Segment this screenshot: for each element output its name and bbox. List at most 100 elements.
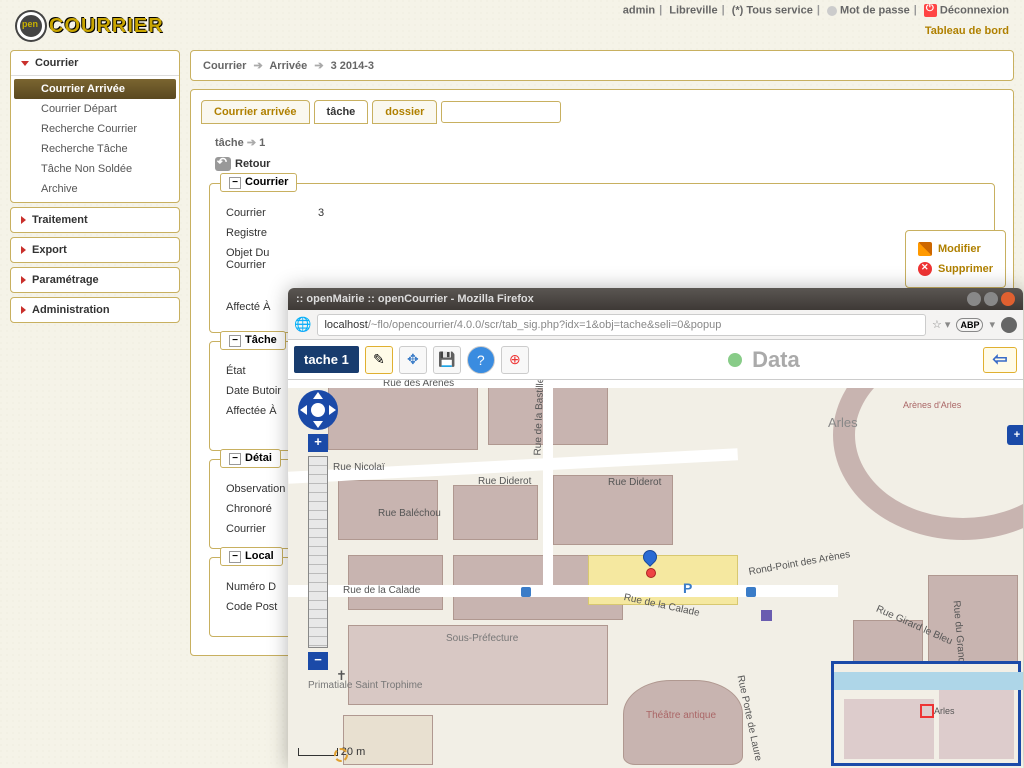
minimize-button[interactable] [967,292,981,306]
street-label: Rond-Point des Arènes [748,549,851,578]
pan-control[interactable] [298,390,338,430]
data-label: Data [752,347,800,373]
topbar-userinfo: admin| Libreville| (*) Tous service| Mot… [623,4,1009,17]
bus-icon [521,587,531,597]
user-link[interactable]: admin [623,4,655,16]
logout-link[interactable]: Déconnexion [940,4,1009,16]
menu-icon[interactable]: ▾ [989,318,995,331]
service-link[interactable]: (*) Tous service [732,4,813,16]
sidebar-item-courrier-arrivee[interactable]: Courrier Arrivée [14,79,176,99]
dashboard-link[interactable]: Tableau de bord [925,25,1009,37]
map-back-button[interactable]: ⇦ [983,347,1017,373]
street-label: Rue Nicolaï [333,462,385,473]
map-nav-control: + − [298,390,338,670]
tab-dossier[interactable]: dossier [372,100,437,124]
sidebar-panel-export[interactable]: Export [11,238,179,262]
overview-extent [920,704,934,718]
chevron-right-icon [21,246,26,254]
sidebar-panel-traitement[interactable]: Traitement [11,208,179,232]
street-label: Rue Baléchou [378,508,441,519]
museum-icon [761,610,772,621]
fieldset-tache-legend[interactable]: −Tâche [220,331,286,350]
app-logo: pen COURRIER [15,10,164,42]
bus-icon [746,587,756,597]
edit-tool[interactable]: ✎ [365,346,393,374]
chevron-down-icon [21,61,29,66]
sub-breadcrumb: tâche ➔ 1 [201,132,1003,153]
street-label: Rue Diderot [608,477,661,488]
sidebar-item-courrier-depart[interactable]: Courrier Départ [11,99,179,119]
key-icon [827,6,837,16]
minimap-label: Arles [934,706,955,716]
url-input[interactable]: localhost/~flo/opencourrier/4.0.0/scr/ta… [317,314,926,336]
maximize-button[interactable] [984,292,998,306]
chevron-right-icon [21,276,26,284]
sidebar-item-recherche-tache[interactable]: Recherche Tâche [11,139,179,159]
overview-map[interactable]: Arles [831,661,1021,766]
label-objet: Objet Du Courrier [220,244,310,274]
tab-tache[interactable]: tâche [314,100,369,124]
delete-icon [918,262,932,276]
window-titlebar[interactable]: :: openMairie :: openCourrier - Mozilla … [288,288,1023,310]
poi-label: Sous-Préfecture [446,633,518,644]
church-icon: ✝ [336,668,347,684]
street-label: Rue de la Calade [343,585,420,596]
power-icon [924,4,937,17]
logo-text: COURRIER [49,15,164,38]
label-courrier: Courrier [220,204,310,222]
map-marker[interactable] [643,550,659,572]
poi-label: Primatiale Saint Trophime [308,680,388,691]
breadcrumb: Courrier ➔ Arrivée ➔ 3 2014-3 [190,50,1014,81]
value-courrier: 3 [312,204,984,222]
close-button[interactable] [1001,292,1015,306]
fieldset-courrier-legend[interactable]: −Courrier [220,173,297,192]
tache-badge: tache 1 [294,346,359,373]
globe-icon: 🌐 [294,316,311,333]
sidebar-panel-administration[interactable]: Administration [11,298,179,322]
logo-open-text: pen [22,19,38,29]
chevron-right-icon [21,216,26,224]
back-arrow-icon [215,157,231,171]
target-tool[interactable]: ⊕ [501,346,529,374]
firebug-icon[interactable] [1001,317,1017,333]
bulb-icon [728,353,742,367]
sidebar-item-recherche-courrier[interactable]: Recherche Courrier [11,119,179,139]
poi-label: Arènes d'Arles [903,400,943,410]
poi-label: Théâtre antique [646,710,696,721]
password-link[interactable]: Mot de passe [840,4,910,16]
zoom-out-button[interactable]: − [308,652,328,670]
modify-button[interactable]: Modifier [918,239,993,259]
actions-panel: Modifier Supprimer [905,230,1006,288]
map-toolbar: tache 1 ✎ ✥ 💾 ? ⊕ Data ⇦ [288,340,1023,380]
move-tool[interactable]: ✥ [399,346,427,374]
zoom-in-button[interactable]: + [308,434,328,452]
map-canvas[interactable]: Rue des Arènes Rue Nicolaï Rue Diderot R… [288,380,1023,768]
zoom-slider[interactable] [309,457,327,647]
tab-search-input[interactable] [441,101,561,123]
sidebar-item-tache-non-soldee[interactable]: Tâche Non Soldée [11,159,179,179]
save-tool[interactable]: 💾 [433,346,461,374]
pencil-icon [918,242,932,256]
sidebar-panel-parametrage[interactable]: Paramétrage [11,268,179,292]
abp-badge[interactable]: ABP [956,318,983,332]
parking-icon: P [683,580,692,596]
loading-spinner-icon [334,748,348,762]
fieldset-detail-legend[interactable]: −Détai [220,449,281,468]
label-registre: Registre [220,224,310,242]
street-label: Rue Diderot [478,476,531,487]
location-link[interactable]: Libreville [669,4,717,16]
browser-urlbar: 🌐 localhost/~flo/opencourrier/4.0.0/scr/… [288,310,1023,340]
help-tool[interactable]: ? [467,346,495,374]
street-label: Rue des Arènes [383,380,454,389]
sidebar-item-archive[interactable]: Archive [11,179,179,199]
scale-bar: 20 m [298,746,365,758]
city-label: Arles [828,415,858,430]
tab-courrier-arrivee[interactable]: Courrier arrivée [201,100,310,124]
dropdown-icon[interactable]: ☆ ▾ [932,318,950,331]
map-popup-window: :: openMairie :: openCourrier - Mozilla … [288,288,1023,768]
sidebar-panel-courrier[interactable]: Courrier [11,51,179,76]
delete-button[interactable]: Supprimer [918,259,993,279]
layers-toggle[interactable]: + [1007,425,1023,445]
fieldset-local-legend[interactable]: −Local [220,547,283,566]
back-link[interactable]: Retour [201,153,1003,175]
